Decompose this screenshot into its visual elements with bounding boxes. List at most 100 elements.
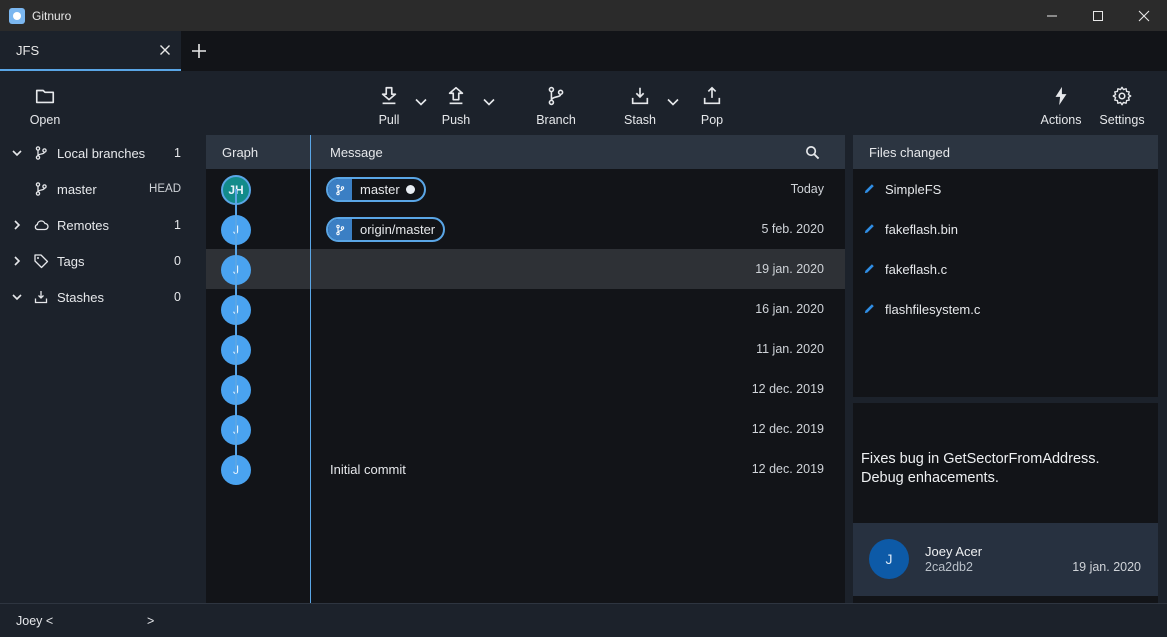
push-options-chevron-down-icon[interactable] (483, 98, 495, 106)
commit-row-selected[interactable]: J 19 jan. 2020 (206, 249, 845, 289)
commit-log: Graph Message JH master Today J origin/m… (206, 135, 845, 603)
commit-row[interactable]: J 12 dec. 2019 (206, 369, 845, 409)
author-avatar: J (869, 539, 909, 579)
pull-button[interactable]: Pull (359, 85, 419, 127)
graph-line (235, 189, 237, 469)
plus-icon (192, 44, 206, 58)
commit-date: Today (790, 182, 824, 196)
sidebar-branch-master[interactable]: master HEAD (0, 171, 206, 207)
commit-date: 12 dec. 2019 (751, 422, 824, 436)
file-item[interactable]: flashfilesystem.c (853, 289, 1158, 329)
pop-button[interactable]: Pop (682, 85, 742, 127)
file-item[interactable]: fakeflash.bin (853, 209, 1158, 249)
commit-message: Initial commit (330, 462, 406, 477)
tab-close-icon[interactable] (159, 44, 171, 56)
minimize-button[interactable] (1029, 0, 1075, 31)
ref-name: master (360, 182, 400, 197)
maximize-icon (1093, 10, 1103, 21)
file-item[interactable]: fakeflash.c (853, 249, 1158, 289)
remotes-label: Remotes (57, 217, 110, 233)
tag-icon (34, 254, 49, 269)
pencil-icon (864, 264, 874, 274)
remotes-count: 1 (174, 218, 181, 232)
pop-label: Pop (700, 113, 724, 127)
toolbar: Open Pull Push Branch Stash Pop Actions … (0, 71, 1167, 135)
file-item[interactable]: SimpleFS (853, 169, 1158, 209)
pull-icon (381, 86, 397, 105)
branch-icon (328, 179, 352, 200)
tab-label: JFS (16, 42, 40, 58)
push-button[interactable]: Push (426, 85, 486, 127)
graph-column-divider[interactable] (310, 135, 311, 603)
pull-label: Pull (378, 113, 400, 127)
branch-ref-master[interactable]: master (326, 177, 426, 202)
commit-row[interactable]: J 11 jan. 2020 (206, 329, 845, 369)
maximize-button[interactable] (1075, 0, 1121, 31)
commit-row[interactable]: J Initial commit 12 dec. 2019 (206, 449, 845, 489)
sidebar-stashes[interactable]: Stashes 0 (0, 279, 206, 315)
branch-label: Branch (536, 113, 576, 127)
sidebar: Local branches 1 master HEAD Remotes 1 T… (0, 135, 206, 603)
title-bar: Gitnuro (0, 0, 1167, 31)
stash-button[interactable]: Stash (610, 85, 670, 127)
cloud-icon (34, 220, 49, 231)
chevron-right-icon (14, 220, 21, 230)
close-window-button[interactable] (1121, 0, 1167, 31)
sidebar-tags[interactable]: Tags 0 (0, 243, 206, 279)
push-icon (448, 86, 464, 105)
ref-name: origin/master (360, 222, 436, 237)
head-badge: HEAD (149, 183, 181, 195)
files-changed-title: Files changed (869, 145, 950, 160)
commit-row[interactable]: J origin/master 5 feb. 2020 (206, 209, 845, 249)
commit-row[interactable]: JH master Today (206, 169, 845, 209)
sidebar-local-branches[interactable]: Local branches 1 (0, 135, 206, 171)
files-changed-header: Files changed (853, 135, 1158, 169)
commit-hash[interactable]: 2ca2db2 (925, 560, 973, 574)
status-bar: Joey < > (0, 603, 1167, 637)
pencil-icon (864, 304, 874, 314)
commit-row[interactable]: J 12 dec. 2019 (206, 409, 845, 449)
local-branches-count: 1 (174, 146, 181, 160)
actions-button[interactable]: Actions (1031, 85, 1091, 127)
file-name: fakeflash.c (885, 262, 948, 277)
gear-icon (1112, 86, 1132, 106)
commit-date: 12 dec. 2019 (751, 462, 824, 476)
actions-label: Actions (1040, 113, 1082, 127)
tab-bar: JFS (0, 31, 1167, 71)
branch-button[interactable]: Branch (526, 85, 586, 127)
stashes-count: 0 (174, 290, 181, 304)
window-controls (1029, 0, 1167, 31)
stash-options-chevron-down-icon[interactable] (667, 98, 679, 106)
new-tab-button[interactable] (181, 31, 217, 71)
sidebar-remotes[interactable]: Remotes 1 (0, 207, 206, 243)
commit-date: 19 jan. 2020 (755, 262, 824, 276)
branch-name: master (57, 181, 97, 197)
pencil-icon (864, 184, 874, 194)
tab-jfs[interactable]: JFS (0, 31, 181, 71)
stash-icon (631, 87, 649, 105)
status-user[interactable]: Joey < (16, 614, 53, 628)
branch-ref-origin-master[interactable]: origin/master (326, 217, 446, 242)
stash-label: Stash (624, 113, 656, 127)
file-name: SimpleFS (885, 182, 942, 197)
commit-date: 11 jan. 2020 (756, 342, 824, 356)
author-name: Joey Acer (925, 544, 983, 559)
open-button[interactable]: Open (15, 85, 75, 127)
message-column-header: Message (330, 145, 383, 160)
graph-column-header: Graph (222, 145, 259, 160)
commit-date: 5 feb. 2020 (761, 222, 824, 236)
chevron-right-icon (14, 256, 21, 266)
tags-label: Tags (57, 253, 85, 269)
lightning-icon (1055, 86, 1067, 106)
commit-date: 16 jan. 2020 (755, 302, 824, 316)
settings-button[interactable]: Settings (1092, 85, 1152, 127)
search-icon[interactable] (805, 145, 820, 160)
tags-count: 0 (174, 254, 181, 268)
commit-row[interactable]: J 16 jan. 2020 (206, 289, 845, 329)
commit-detail-panel: Fixes bug in GetSectorFromAddress. Debug… (853, 403, 1158, 603)
branch-icon (35, 182, 47, 196)
branch-icon (35, 146, 47, 160)
open-label: Open (29, 113, 61, 127)
folder-icon (35, 89, 55, 104)
branch-icon (548, 86, 564, 106)
